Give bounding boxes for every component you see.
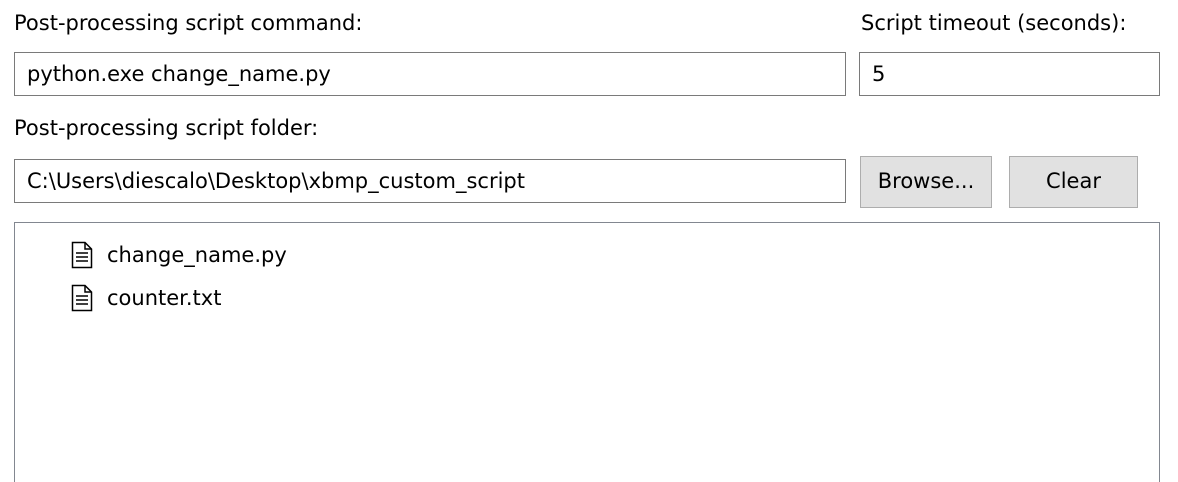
script-timeout-input[interactable]: 5: [859, 52, 1160, 96]
clear-button[interactable]: Clear: [1009, 156, 1138, 208]
file-name: change_name.py: [107, 243, 287, 267]
list-item[interactable]: change_name.py: [71, 240, 287, 270]
script-folder-input[interactable]: C:\Users\diescalo\Desktop\xbmp_custom_sc…: [14, 159, 846, 203]
script-folder-label: Post-processing script folder:: [14, 116, 319, 140]
browse-button[interactable]: Browse...: [860, 156, 992, 208]
script-timeout-label: Script timeout (seconds):: [861, 11, 1127, 35]
script-folder-file-list[interactable]: change_name.py counter.txt: [14, 222, 1160, 482]
list-item[interactable]: counter.txt: [71, 283, 221, 313]
script-command-label: Post-processing script command:: [14, 11, 363, 35]
script-command-input[interactable]: python.exe change_name.py: [14, 52, 846, 96]
document-icon: [71, 284, 93, 312]
file-name: counter.txt: [107, 286, 222, 310]
document-icon: [71, 241, 93, 269]
